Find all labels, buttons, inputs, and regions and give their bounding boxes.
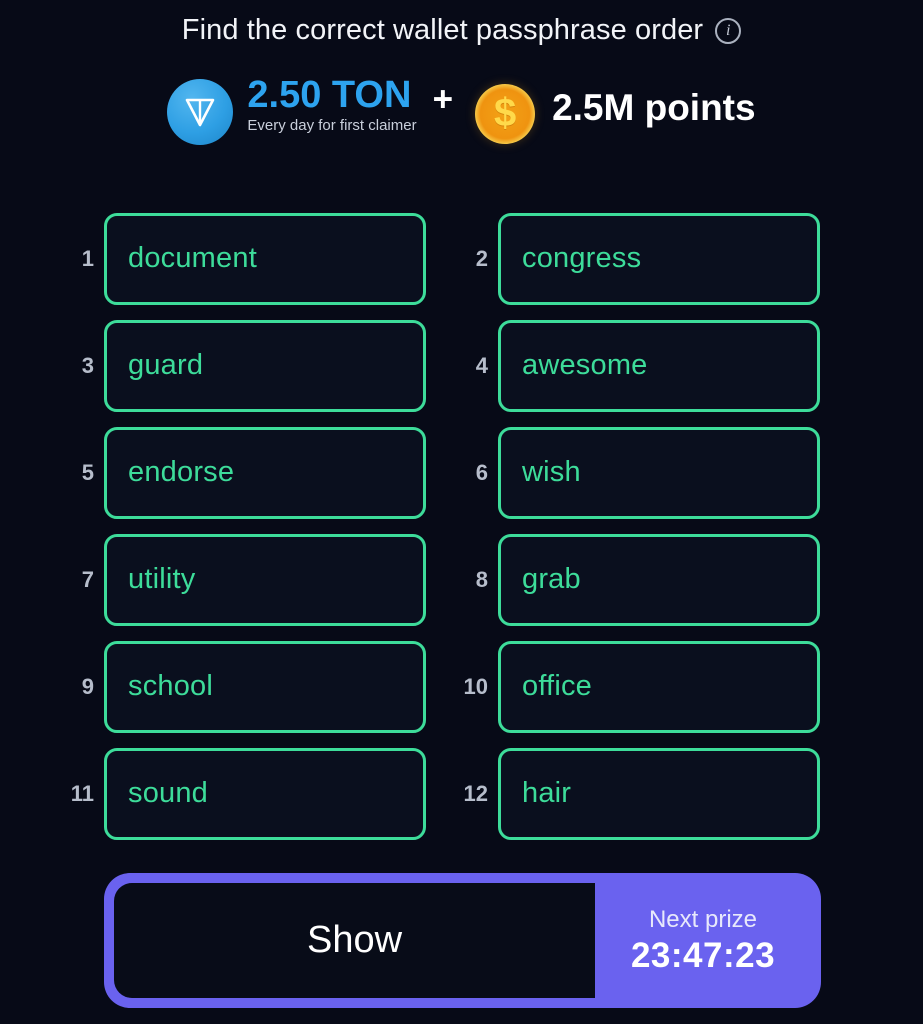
prize-banner: 2.50 TON Every day for first claimer + $… xyxy=(0,70,923,160)
dollar-glyph: $ xyxy=(493,90,517,135)
word-index: 2 xyxy=(475,245,488,271)
word-text: school xyxy=(128,670,214,702)
next-prize-timer: 23:47:23 xyxy=(630,935,776,975)
word-index: 1 xyxy=(81,245,94,271)
word-slot-6[interactable]: 6 wish xyxy=(461,419,923,526)
ton-coin-icon xyxy=(167,79,234,145)
passphrase-row: 11 sound 12 hair xyxy=(0,740,923,847)
passphrase-row: 3 guard 4 awesome xyxy=(0,312,923,419)
info-icon[interactable]: i xyxy=(715,17,742,44)
word-slot-3[interactable]: 3 guard xyxy=(0,312,461,419)
word-tile[interactable]: wish xyxy=(498,426,820,519)
word-slot-9[interactable]: 9 school xyxy=(0,633,461,740)
word-index: 9 xyxy=(81,673,94,699)
word-text: document xyxy=(128,242,257,274)
word-slot-10[interactable]: 10 office xyxy=(461,633,923,740)
word-text: guard xyxy=(128,349,204,381)
word-text: endorse xyxy=(128,456,235,488)
word-slot-2[interactable]: 2 congress xyxy=(461,205,923,312)
word-slot-8[interactable]: 8 grab xyxy=(461,526,923,633)
word-tile[interactable]: grab xyxy=(498,533,820,626)
word-slot-11[interactable]: 11 sound xyxy=(0,740,461,847)
word-slot-1[interactable]: 1 document xyxy=(0,205,461,312)
word-text: grab xyxy=(522,563,581,595)
passphrase-grid: 1 document 2 congress 3 guard 4 awesome … xyxy=(0,205,923,847)
passphrase-row: 9 school 10 office xyxy=(0,633,923,740)
word-index: 5 xyxy=(81,459,94,485)
header: Find the correct wallet passphrase order… xyxy=(0,14,923,47)
word-tile[interactable]: office xyxy=(498,640,820,733)
show-button-label: Show xyxy=(306,919,403,961)
show-button[interactable]: Show xyxy=(114,883,595,998)
gold-coin-icon: $ xyxy=(475,84,536,144)
word-tile[interactable]: endorse xyxy=(104,426,426,519)
ton-amount: 2.50 TON xyxy=(247,74,412,116)
page-title: Find the correct wallet passphrase order xyxy=(181,14,704,46)
word-text: wish xyxy=(522,456,581,488)
word-tile[interactable]: hair xyxy=(498,747,820,840)
word-slot-5[interactable]: 5 endorse xyxy=(0,419,461,526)
word-slot-4[interactable]: 4 awesome xyxy=(461,312,923,419)
passphrase-row: 7 utility 8 grab xyxy=(0,526,923,633)
passphrase-game-screen: Find the correct wallet passphrase order… xyxy=(0,0,923,1024)
word-tile[interactable]: document xyxy=(104,212,426,305)
word-index: 8 xyxy=(475,566,488,592)
word-index: 6 xyxy=(475,459,488,485)
word-text: utility xyxy=(128,563,196,595)
plus-separator: + xyxy=(432,80,454,119)
passphrase-row: 1 document 2 congress xyxy=(0,205,923,312)
passphrase-row: 5 endorse 6 wish xyxy=(0,419,923,526)
word-slot-12[interactable]: 12 hair xyxy=(461,740,923,847)
next-prize-panel[interactable]: Next prize 23:47:23 xyxy=(595,883,811,998)
word-index: 12 xyxy=(463,780,488,806)
word-tile[interactable]: sound xyxy=(104,747,426,840)
word-text: hair xyxy=(522,777,572,809)
word-tile[interactable]: awesome xyxy=(498,319,820,412)
word-text: awesome xyxy=(522,349,648,381)
next-prize-label: Next prize xyxy=(648,905,758,933)
word-slot-7[interactable]: 7 utility xyxy=(0,526,461,633)
word-text: sound xyxy=(128,777,209,809)
word-index: 7 xyxy=(81,566,94,592)
word-tile[interactable]: utility xyxy=(104,533,426,626)
bottom-action-bar: Show Next prize 23:47:23 xyxy=(104,873,821,1008)
ton-prize-block: 2.50 TON Every day for first claimer xyxy=(247,74,417,134)
word-index: 3 xyxy=(81,352,94,378)
word-tile[interactable]: school xyxy=(104,640,426,733)
points-amount: 2.5M points xyxy=(552,87,756,128)
word-text: congress xyxy=(522,242,642,274)
word-index: 10 xyxy=(463,673,488,699)
word-index: 11 xyxy=(70,780,94,806)
word-text: office xyxy=(522,670,592,702)
word-tile[interactable]: guard xyxy=(104,319,426,412)
ton-subtitle: Every day for first claimer xyxy=(247,116,417,134)
word-tile[interactable]: congress xyxy=(498,212,820,305)
word-index: 4 xyxy=(475,352,488,378)
